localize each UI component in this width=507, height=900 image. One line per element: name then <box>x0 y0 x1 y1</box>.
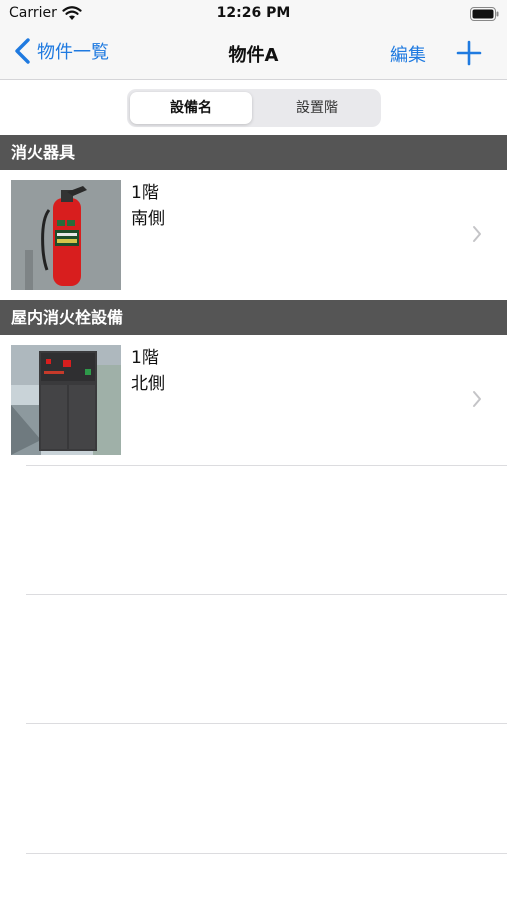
battery-icon <box>470 7 499 21</box>
disclosure-chevron-icon <box>473 391 481 407</box>
section-header: 屋内消火栓設備 <box>0 300 507 335</box>
segmented-control: 設備名 設置階 <box>127 89 381 127</box>
row-location: 北側 <box>131 374 165 394</box>
disclosure-chevron-icon <box>473 226 481 242</box>
row-floor: 1階 <box>131 348 159 368</box>
row-separator <box>26 723 507 724</box>
add-button[interactable] <box>456 40 482 66</box>
row-location: 南側 <box>131 209 165 229</box>
navigation-bar: 物件一覧 物件A 編集 <box>0 28 507 80</box>
clock: 12:26 PM <box>216 5 291 21</box>
list-item[interactable]: 1階 南側 <box>0 170 507 300</box>
list-item[interactable]: 1階 北側 <box>0 335 507 465</box>
section-header: 消火器具 <box>0 135 507 170</box>
segmented-control-bar: 設備名 設置階 <box>0 80 507 135</box>
segment-equipment-name[interactable]: 設備名 <box>130 92 252 124</box>
row-floor: 1階 <box>131 183 159 203</box>
row-separator <box>26 594 507 595</box>
segment-installation-floor[interactable]: 設置階 <box>256 92 378 124</box>
row-separator <box>26 465 507 466</box>
row-text: 1階 南側 <box>131 180 165 232</box>
fire-hydrant-cabinet-photo <box>11 345 121 455</box>
plus-icon <box>456 40 482 66</box>
row-separator <box>26 853 507 854</box>
row-text: 1階 北側 <box>131 345 165 397</box>
edit-button[interactable]: 編集 <box>390 41 426 67</box>
page-title: 物件A <box>228 45 279 66</box>
fire-extinguisher-photo <box>11 180 121 290</box>
status-bar: Carrier 12:26 PM <box>0 0 507 28</box>
